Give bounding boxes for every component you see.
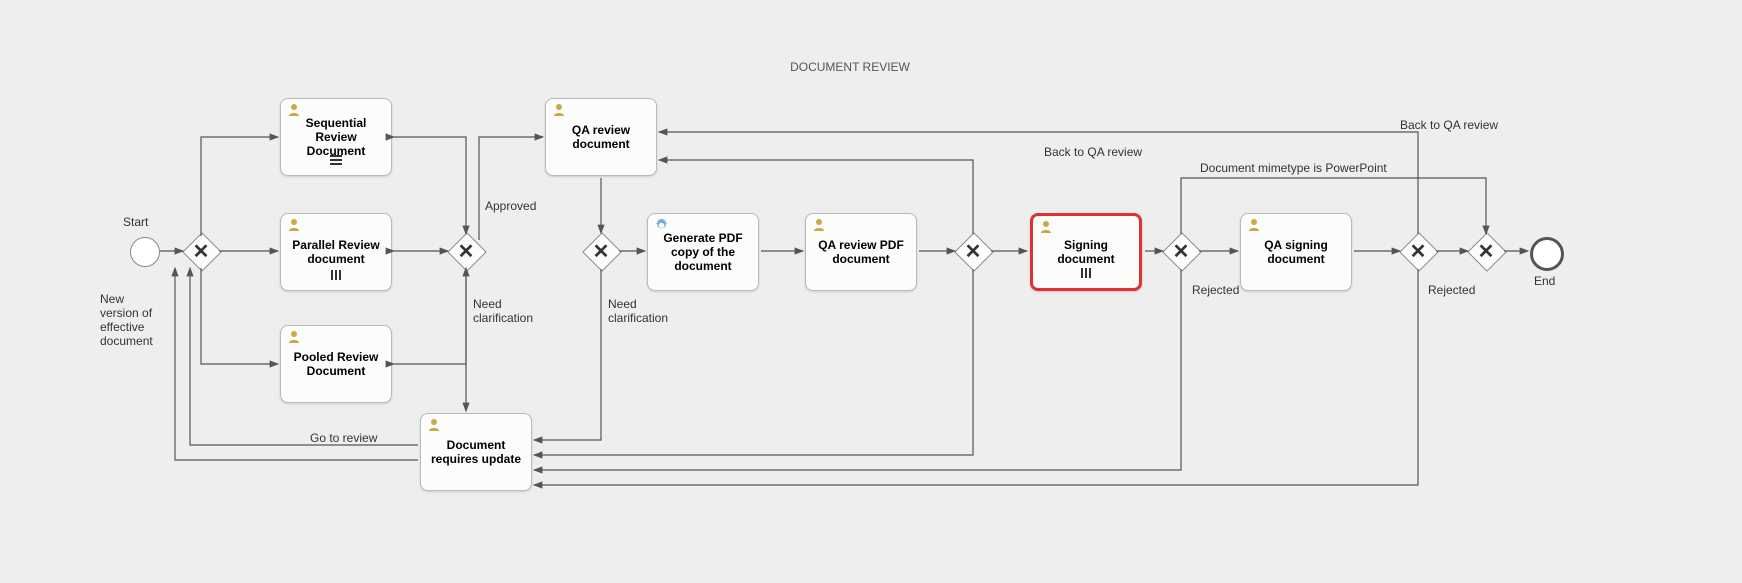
parallel-marker-icon bbox=[1079, 267, 1093, 282]
start-event-sublabel: New version of effective document bbox=[100, 292, 153, 348]
task-sequential-review[interactable]: Sequential Review Document bbox=[280, 98, 392, 176]
gateway-2[interactable]: ✕ bbox=[448, 233, 484, 269]
task-pooled-review[interactable]: Pooled Review Document bbox=[280, 325, 392, 403]
gateway-4[interactable]: ✕ bbox=[955, 233, 991, 269]
task-label: Pooled Review Document bbox=[285, 350, 387, 378]
task-parallel-review[interactable]: Parallel Review document bbox=[280, 213, 392, 291]
gateway-3[interactable]: ✕ bbox=[583, 233, 619, 269]
end-event[interactable] bbox=[1530, 237, 1564, 271]
parallel-marker-icon bbox=[329, 269, 343, 284]
task-label: Sequential Review Document bbox=[285, 116, 387, 158]
task-qa-review[interactable]: QA review document bbox=[545, 98, 657, 176]
task-label: QA review PDF document bbox=[810, 238, 912, 266]
task-label: Signing document bbox=[1037, 238, 1135, 266]
task-label: QA review document bbox=[550, 123, 652, 151]
user-icon bbox=[427, 418, 441, 435]
bpmn-diagram-canvas: DOCUMENT REVIEW Start New version of eff… bbox=[0, 0, 1742, 583]
flow-connectors bbox=[0, 0, 1742, 583]
diagram-title: DOCUMENT REVIEW bbox=[750, 60, 950, 74]
flow-label-approved: Approved bbox=[485, 199, 536, 213]
sequential-marker-icon bbox=[329, 154, 343, 169]
flow-label-go-to-review: Go to review bbox=[310, 431, 377, 445]
user-icon bbox=[287, 330, 301, 347]
task-label: QA signing document bbox=[1245, 238, 1347, 266]
task-qa-signing[interactable]: QA signing document bbox=[1240, 213, 1352, 291]
task-label: Document requires update bbox=[425, 438, 527, 466]
task-document-requires-update[interactable]: Document requires update bbox=[420, 413, 532, 491]
flow-label-back-to-qa-2: Back to QA review bbox=[1400, 118, 1498, 132]
task-label: Generate PDF copy of the document bbox=[652, 231, 754, 273]
flow-label-mimetype-ppt: Document mimetype is PowerPoint bbox=[1200, 161, 1387, 175]
task-label: Parallel Review document bbox=[285, 238, 387, 266]
user-icon bbox=[287, 218, 301, 235]
flow-label-rejected-2: Rejected bbox=[1428, 283, 1475, 297]
flow-label-need-clarification-2: Need clarification bbox=[608, 297, 668, 325]
user-icon bbox=[1247, 218, 1261, 235]
user-icon bbox=[812, 218, 826, 235]
user-icon bbox=[1039, 220, 1053, 237]
task-signing-document[interactable]: Signing document bbox=[1030, 213, 1142, 291]
user-icon bbox=[287, 103, 301, 120]
gateway-7[interactable]: ✕ bbox=[1468, 233, 1504, 269]
start-event-label: Start bbox=[123, 215, 148, 229]
flow-label-need-clarification-1: Need clarification bbox=[473, 297, 533, 325]
task-generate-pdf[interactable]: Generate PDF copy of the document bbox=[647, 213, 759, 291]
gateway-6[interactable]: ✕ bbox=[1400, 233, 1436, 269]
gear-icon bbox=[654, 218, 669, 236]
end-event-label: End bbox=[1534, 274, 1555, 288]
start-event[interactable] bbox=[130, 237, 160, 267]
gateway-5[interactable]: ✕ bbox=[1163, 233, 1199, 269]
task-qa-review-pdf[interactable]: QA review PDF document bbox=[805, 213, 917, 291]
user-icon bbox=[552, 103, 566, 120]
flow-label-rejected-1: Rejected bbox=[1192, 283, 1239, 297]
flow-label-back-to-qa-1: Back to QA review bbox=[1044, 145, 1142, 159]
gateway-1[interactable]: ✕ bbox=[183, 233, 219, 269]
